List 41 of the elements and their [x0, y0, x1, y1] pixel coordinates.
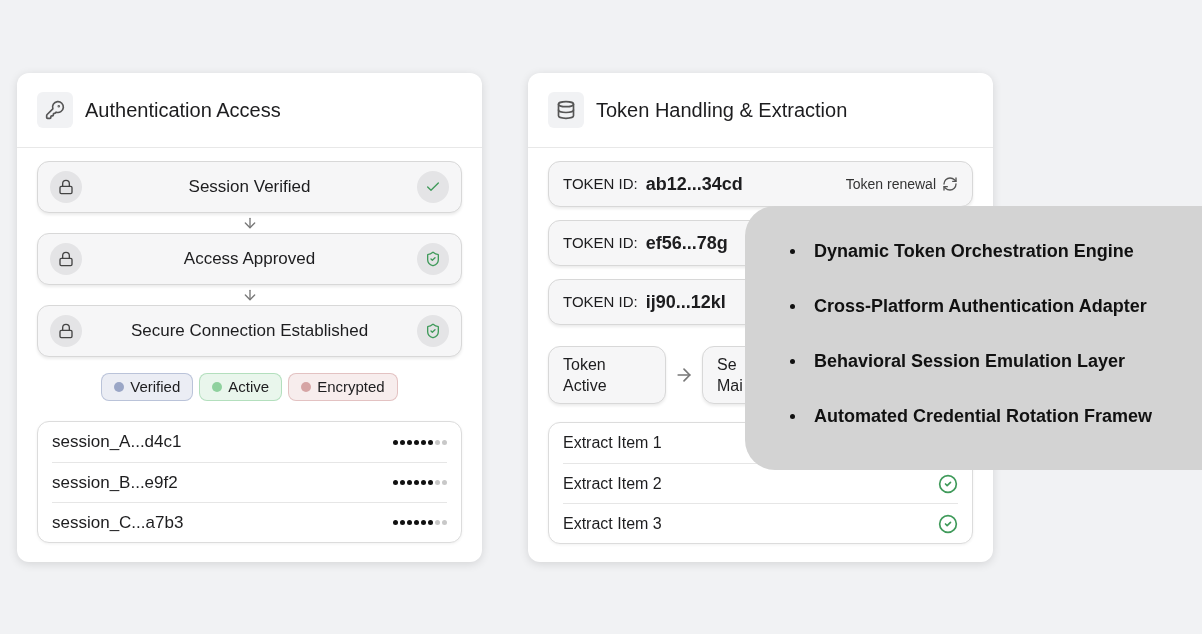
- token-renewal-button[interactable]: Token renewal: [845, 173, 958, 195]
- session-id: session_A...d4c1: [52, 431, 182, 454]
- lock-icon: [50, 243, 82, 275]
- key-icon: [37, 92, 73, 128]
- step-label: Secure Connection Established: [129, 320, 370, 343]
- bullet-icon: [790, 248, 795, 254]
- extract-item-label: Extract Item 3: [563, 513, 662, 534]
- card-title: Token Handling & Extraction: [596, 98, 848, 123]
- feature-item: Automated Credential Rotation Framew: [814, 405, 1153, 427]
- badge-label: Active: [228, 376, 270, 397]
- token-value: ef56...78g: [645, 231, 728, 255]
- token-label: TOKEN ID:: [563, 291, 638, 312]
- bullet-icon: [790, 303, 795, 309]
- shield-check-icon: [425, 323, 441, 339]
- card-title: Authentication Access: [85, 98, 281, 123]
- feature-item: Behavioral Session Emulation Layer: [814, 350, 1126, 372]
- session-id: session_C...a7b3: [52, 511, 184, 534]
- token-label: TOKEN ID:: [563, 173, 638, 194]
- step-label: Access Approved: [182, 248, 317, 271]
- lock-icon: [50, 171, 82, 203]
- flow-step-text: Token: [563, 355, 606, 375]
- bullet-icon: [790, 413, 795, 419]
- step-label: Session Verified: [187, 176, 312, 199]
- lock-icon: [50, 315, 82, 347]
- flow-step-text: Mai: [717, 376, 743, 396]
- database-icon: [548, 92, 584, 128]
- token-value: ab12...34cd: [645, 172, 743, 196]
- flow-step-text: Se: [717, 355, 737, 375]
- token-label: TOKEN ID:: [563, 232, 638, 253]
- badge-label: Encrypted: [317, 376, 385, 397]
- session-id: session_B...e9f2: [52, 471, 178, 494]
- feature-item: Cross-Platform Authentication Adapter: [814, 295, 1147, 317]
- extract-item-label: Extract Item 2: [563, 473, 662, 494]
- bullet-icon: [790, 358, 795, 364]
- shield-check-icon: [425, 251, 441, 267]
- feature-item: Dynamic Token Orchestration Engine: [814, 240, 1134, 262]
- token-value: ij90...12kl: [645, 290, 726, 314]
- flow-step-text: Active: [563, 376, 607, 396]
- refresh-icon: [942, 176, 958, 192]
- extract-item-label: Extract Item 1: [563, 433, 662, 453]
- badge-label: Verified: [130, 376, 181, 397]
